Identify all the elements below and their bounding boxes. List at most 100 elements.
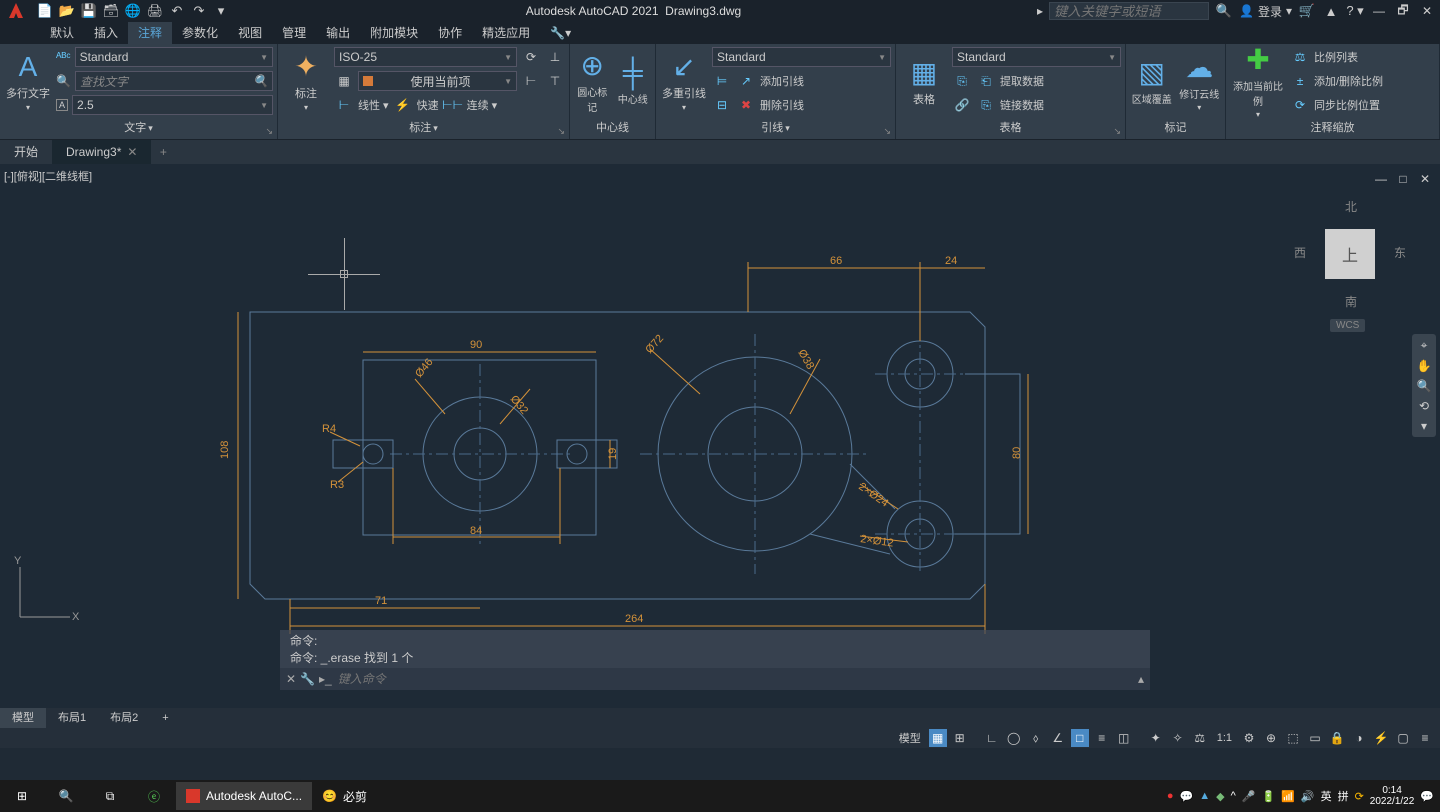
search-arrow-icon[interactable]: ▸	[1037, 4, 1043, 18]
command-input[interactable]	[338, 672, 1138, 686]
status-model-button[interactable]: 模型	[895, 730, 925, 746]
lockui-icon[interactable]: 🔒	[1328, 729, 1346, 747]
add-leader-button[interactable]: 添加引线	[760, 73, 804, 89]
workspace-icon[interactable]: ⚙	[1240, 729, 1258, 747]
lineweight-icon[interactable]: ≡	[1093, 729, 1111, 747]
tab-insert[interactable]: 插入	[84, 22, 128, 44]
tray-sync-icon[interactable]: ⟳	[1355, 790, 1364, 803]
revcloud-button[interactable]: ☁ 修订云线▾	[1178, 46, 1222, 116]
restore-icon[interactable]: 🗗	[1394, 2, 1412, 20]
dim-misc2-icon[interactable]: ⊤	[545, 71, 565, 91]
saveas-icon[interactable]: 🗃	[102, 2, 120, 20]
plot-icon[interactable]: 🖨	[146, 2, 164, 20]
taskbar-app-autocad[interactable]: Autodesk AutoC...	[176, 782, 312, 810]
undo-icon[interactable]: ↶	[168, 2, 186, 20]
new-icon[interactable]: 📄	[36, 2, 54, 20]
units-icon[interactable]: ⬚	[1284, 729, 1302, 747]
customize-icon[interactable]: ≡	[1416, 729, 1434, 747]
hardware-icon[interactable]: ⚡	[1372, 729, 1390, 747]
quickprops-icon[interactable]: ▭	[1306, 729, 1324, 747]
tray-battery-icon[interactable]: 🔋	[1261, 790, 1275, 803]
search-icon[interactable]: 🔍	[1215, 2, 1233, 20]
tab-parametric[interactable]: 参数化	[172, 22, 228, 44]
grid-mode-icon[interactable]: ▦	[929, 729, 947, 747]
cart-icon[interactable]: 🛒	[1298, 2, 1316, 20]
tray-mic-icon[interactable]: 🎤	[1242, 790, 1256, 803]
remove-leader-button[interactable]: 删除引线	[760, 97, 804, 113]
login-button[interactable]: 👤 登录 ▾	[1239, 3, 1292, 20]
layout-tab-1[interactable]: 布局1	[46, 708, 98, 728]
osnap-icon[interactable]: □	[1071, 729, 1089, 747]
open-icon[interactable]: 📂	[58, 2, 76, 20]
drawing-canvas[interactable]: [-][俯视][二维线框] — □ ✕ 北 南 东 西 上 WCS ⌖ ✋ 🔍 …	[0, 164, 1440, 730]
dim-style-combo[interactable]: ISO-25▼	[334, 47, 517, 67]
minimize-icon[interactable]: —	[1370, 2, 1388, 20]
tab-collaborate[interactable]: 协作	[428, 22, 472, 44]
dim-layer-combo[interactable]: 使用当前项▼	[358, 71, 517, 91]
panel-dim-launcher-icon[interactable]: ↘	[557, 126, 565, 137]
panel-dim-label[interactable]: 标注	[409, 122, 431, 134]
panel-leader-launcher-icon[interactable]: ↘	[883, 126, 891, 137]
adddel-scale-button[interactable]: 添加/删除比例	[1314, 73, 1383, 89]
tray-ime-lang[interactable]: 英	[1321, 788, 1332, 804]
panel-text-launcher-icon[interactable]: ↘	[265, 126, 273, 137]
ortho-icon[interactable]: ∟	[983, 729, 1001, 747]
tab-addins[interactable]: 附加模块	[360, 22, 428, 44]
anno-auto-icon[interactable]: ✧	[1169, 729, 1187, 747]
start-button[interactable]: ⊞	[0, 780, 44, 812]
tray-volume-icon[interactable]: 🔊	[1301, 790, 1315, 803]
collect-leader-icon[interactable]: ⊟	[712, 95, 732, 115]
text-style-combo[interactable]: Standard▼	[75, 47, 273, 67]
link-data-button[interactable]: 链接数据	[1000, 97, 1044, 113]
edge-icon[interactable]: ⓔ	[132, 780, 176, 812]
centermark-button[interactable]: ⊕ 圆心标记	[574, 46, 611, 116]
layout-tab-add[interactable]: +	[150, 708, 180, 728]
table-style-combo[interactable]: Standard▼	[952, 47, 1121, 67]
tray-ime-mode[interactable]: 拼	[1338, 788, 1349, 804]
cmd-expand-icon[interactable]: ▴	[1138, 672, 1144, 686]
centerline-button[interactable]: ╪ 中心线	[615, 46, 652, 116]
transparency-icon[interactable]: ◫	[1115, 729, 1133, 747]
redo-icon[interactable]: ↷	[190, 2, 208, 20]
help-search-input[interactable]	[1049, 2, 1209, 20]
save-icon[interactable]: 💾	[80, 2, 98, 20]
osnap-track-icon[interactable]: ∠	[1049, 729, 1067, 747]
tray-clock[interactable]: 0:142022/1/22	[1370, 785, 1415, 807]
tray-rec-icon[interactable]: ●	[1167, 790, 1174, 802]
polar-icon[interactable]: ◯	[1005, 729, 1023, 747]
tab-featured[interactable]: 精选应用	[472, 22, 540, 44]
doctab-start[interactable]: 开始	[0, 140, 52, 164]
panel-text-label[interactable]: 文字	[124, 122, 146, 134]
mleader-button[interactable]: ↙ 多重引线▾	[660, 46, 708, 116]
panel-table-launcher-icon[interactable]: ↘	[1113, 126, 1121, 137]
qat-dropdown-icon[interactable]: ▾	[212, 2, 230, 20]
web-icon[interactable]: 🌐	[124, 2, 142, 20]
snap-mode-icon[interactable]: ⊞	[951, 729, 969, 747]
table-button[interactable]: ▦ 表格	[900, 46, 948, 116]
close-icon[interactable]: ✕	[1418, 2, 1436, 20]
tab-annotate[interactable]: 注释	[128, 22, 172, 44]
cleanscreen-icon[interactable]: ▢	[1394, 729, 1412, 747]
cmd-wrench-icon[interactable]: 🔧	[300, 672, 315, 686]
tray-wifi-icon[interactable]: 📶	[1281, 790, 1295, 803]
tab-tools-icon[interactable]: 🔧▾	[540, 22, 581, 44]
tray-notifications-icon[interactable]: 💬	[1420, 790, 1434, 803]
tray-chat-icon[interactable]: 💬	[1180, 790, 1194, 803]
extract-data-button[interactable]: 提取数据	[1000, 73, 1044, 89]
isolate-icon[interactable]: ◑	[1350, 729, 1368, 747]
tab-view[interactable]: 视图	[228, 22, 272, 44]
doctab-close-icon[interactable]: ✕	[127, 145, 137, 159]
text-height-combo[interactable]: 2.5▼	[72, 95, 273, 115]
anno-scale-icon[interactable]: ⚖	[1191, 729, 1209, 747]
dim-misc1-icon[interactable]: ⊢	[521, 71, 541, 91]
tray-up-icon[interactable]: ^	[1231, 790, 1236, 802]
autodesk-app-icon[interactable]: ▲	[1322, 2, 1340, 20]
tab-default[interactable]: 默认	[40, 22, 84, 44]
linear-dim-button[interactable]: 线性 ▾	[358, 97, 389, 113]
anno-monitor-icon[interactable]: ⊕	[1262, 729, 1280, 747]
mleader-style-combo[interactable]: Standard▼	[712, 47, 891, 67]
find-text-input[interactable]: 查找文字🔍	[75, 71, 273, 91]
continue-dim-button[interactable]: 连续 ▾	[467, 97, 498, 113]
layout-tab-2[interactable]: 布局2	[98, 708, 150, 728]
anno-scale-value[interactable]: 1:1	[1213, 732, 1236, 744]
